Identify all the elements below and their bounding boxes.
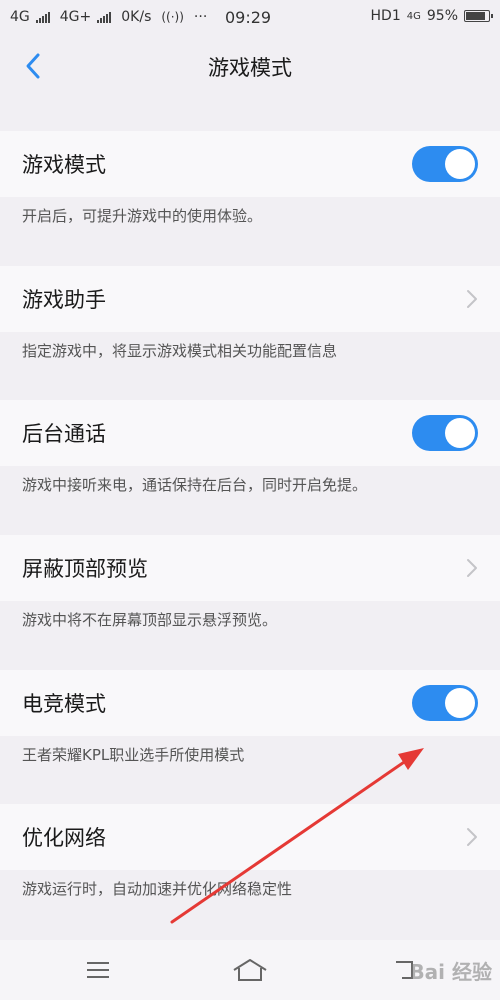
setting-label: 优化网络 xyxy=(22,826,106,850)
menu-button[interactable] xyxy=(78,954,118,986)
menu-icon xyxy=(87,962,109,978)
setting-label: 后台通话 xyxy=(22,422,106,446)
status-bar: 4G 4G+ 0K/s ((·)) ··· 09:29 HD1 4G 95% xyxy=(0,0,500,36)
home-icon xyxy=(233,959,267,981)
signal-1-icon xyxy=(35,11,50,23)
watermark: Bai 经验 xyxy=(409,960,492,984)
network-2-label: 4G+ xyxy=(59,9,92,25)
background-call-toggle[interactable] xyxy=(412,415,478,451)
toggle-knob xyxy=(445,688,475,718)
hd-label: HD1 xyxy=(370,8,401,24)
network-1-label: 4G xyxy=(10,9,30,25)
page-title: 游戏模式 xyxy=(208,56,292,80)
setting-description: 游戏中接听来电，通话保持在后台，同时开启免提。 xyxy=(22,476,368,494)
setting-label: 屏蔽顶部预览 xyxy=(22,557,148,581)
chevron-right-icon xyxy=(467,290,477,308)
chevron-right-icon xyxy=(467,828,477,846)
setting-label: 电竞模式 xyxy=(22,692,106,716)
home-button[interactable] xyxy=(230,954,270,986)
chevron-right-icon xyxy=(467,559,477,577)
battery-percent: 95% xyxy=(426,8,458,24)
setting-row-optimize-network[interactable]: 优化网络 xyxy=(0,804,500,870)
status-right: HD1 4G 95% xyxy=(370,8,493,24)
network-3-label: 4G xyxy=(406,10,421,22)
setting-row-background-call[interactable]: 后台通话 xyxy=(0,400,500,466)
title-bar: 游戏模式 xyxy=(0,36,500,96)
status-time: 09:29 xyxy=(225,8,272,27)
esports-mode-toggle[interactable] xyxy=(412,685,478,721)
more-dots: ··· xyxy=(193,9,208,25)
setting-label: 游戏模式 xyxy=(22,153,106,177)
setting-row-esports-mode[interactable]: 电竞模式 xyxy=(0,670,500,736)
hotspot-icon: ((·)) xyxy=(161,10,184,24)
setting-description: 游戏运行时，自动加速并优化网络稳定性 xyxy=(22,880,293,898)
setting-description: 王者荣耀KPL职业选手所使用模式 xyxy=(22,746,245,764)
screen: 4G 4G+ 0K/s ((·)) ··· 09:29 HD1 4G 95% 游… xyxy=(0,0,500,1000)
setting-description: 游戏中将不在屏幕顶部显示悬浮预览。 xyxy=(22,611,278,629)
game-mode-toggle[interactable] xyxy=(412,146,478,182)
setting-description: 指定游戏中，将显示游戏模式相关功能配置信息 xyxy=(22,342,338,360)
bottom-nav: Bai 经验 xyxy=(0,940,500,1000)
toggle-knob xyxy=(445,149,475,179)
speed-label: 0K/s xyxy=(121,9,152,25)
status-left: 4G 4G+ 0K/s ((·)) ··· xyxy=(10,9,207,25)
setting-description: 开启后，可提升游戏中的使用体验。 xyxy=(22,207,263,225)
battery-icon xyxy=(464,10,493,22)
toggle-knob xyxy=(445,418,475,448)
signal-2-icon xyxy=(97,11,112,23)
setting-row-game-mode[interactable]: 游戏模式 xyxy=(0,131,500,197)
setting-row-game-assistant[interactable]: 游戏助手 xyxy=(0,266,500,332)
setting-row-block-top-preview[interactable]: 屏蔽顶部预览 xyxy=(0,535,500,601)
setting-label: 游戏助手 xyxy=(22,288,106,312)
